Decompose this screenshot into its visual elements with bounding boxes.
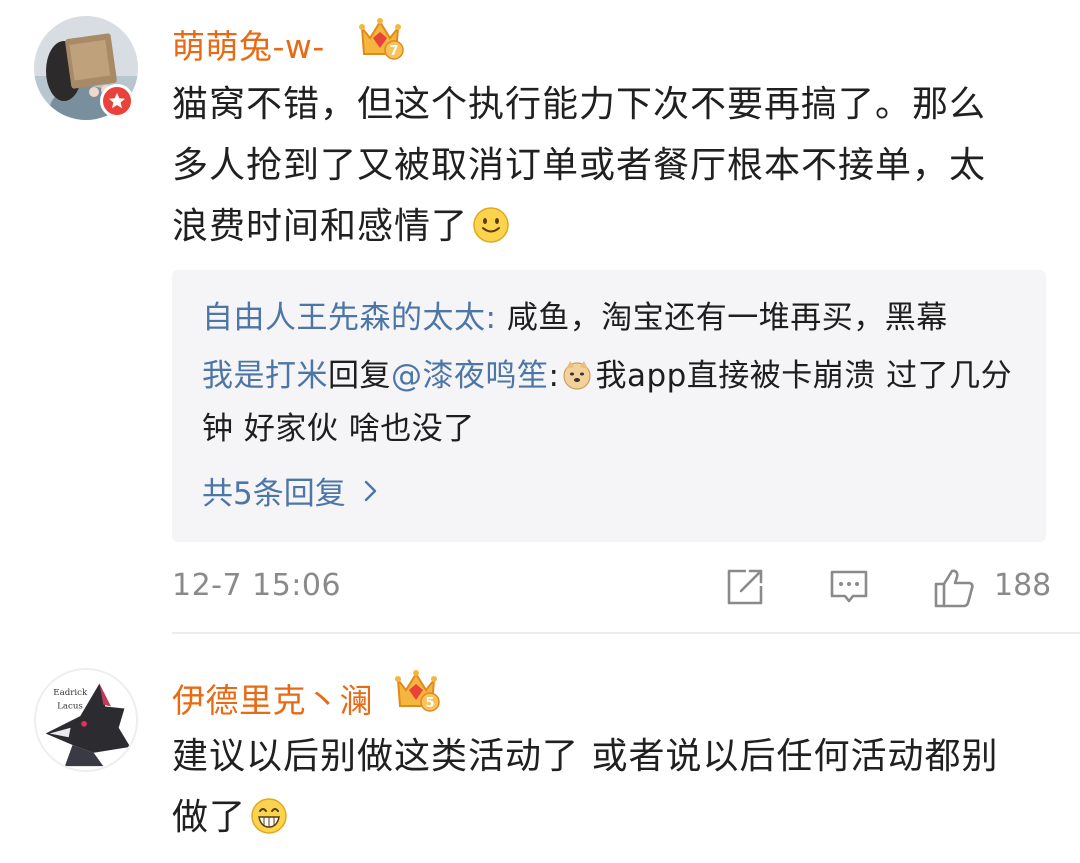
reply-author[interactable]: 自由人王先森的太太 (202, 300, 486, 336)
comment-item: Eadrick Lacus 伊德里克丶澜 5 建议以后别做这类活动了 或者说以后… (0, 634, 1080, 863)
comment-item: 萌萌兔-w- 7 猫窝不错，但这个执行能力下次不要再搞了。那么多人抢到了又被取消… (0, 0, 1080, 634)
reply-mention[interactable]: @漆夜鸣笙 (391, 358, 549, 394)
wolf-avatar-drawing-icon: Eadrick Lacus (36, 670, 136, 770)
comment-icon[interactable] (828, 566, 870, 608)
chevron-right-icon (364, 480, 376, 501)
svg-text:Lacus: Lacus (57, 701, 83, 711)
like-thumb-icon[interactable] (932, 566, 976, 610)
username[interactable]: 萌萌兔-w- (172, 20, 325, 68)
svg-text:5: 5 (425, 696, 434, 711)
username[interactable]: 伊德里克丶澜 (172, 674, 373, 722)
reply-author[interactable]: 我是打米 (202, 358, 328, 394)
verified-badge-icon (100, 84, 134, 118)
reply-item: 我是打米回复@漆夜鸣笙: 我app直接被卡崩溃 过了几分钟 好家伙 啥也没了 (202, 358, 1013, 447)
share-icon[interactable] (724, 566, 766, 608)
reply-item: 自由人王先森的太太: 咸鱼，淘宝还有一堆再买，黑幕 (202, 300, 948, 336)
vip-crown-icon: 5 (392, 668, 440, 716)
comment-meta: 12-7 15:06 188 (172, 566, 1051, 610)
more-replies-link[interactable]: 共5条回复 (202, 468, 378, 513)
grin-emoji-icon (251, 798, 287, 834)
vip-crown-icon: 7 (356, 16, 404, 64)
svg-text:7: 7 (389, 44, 398, 59)
doge-emoji-icon (563, 361, 592, 390)
comment-text: 建议以后别做这类活动了 或者说以后任何活动都别做了 (172, 736, 999, 838)
smile-emoji-icon (473, 207, 509, 243)
reply-box[interactable]: 自由人王先森的太太: 咸鱼，淘宝还有一堆再买，黑幕 我是打米回复@漆夜鸣笙: 我… (172, 270, 1046, 542)
like-count: 188 (994, 568, 1052, 603)
reply-text: 咸鱼，淘宝还有一堆再买，黑幕 (506, 300, 948, 336)
timestamp: 12-7 15:06 (172, 568, 342, 603)
comment-text: 猫窝不错，但这个执行能力下次不要再搞了。那么多人抢到了又被取消订单或者餐厅根本不… (172, 84, 987, 247)
svg-text:Eadrick: Eadrick (53, 688, 88, 698)
avatar[interactable]: Eadrick Lacus (34, 668, 138, 772)
